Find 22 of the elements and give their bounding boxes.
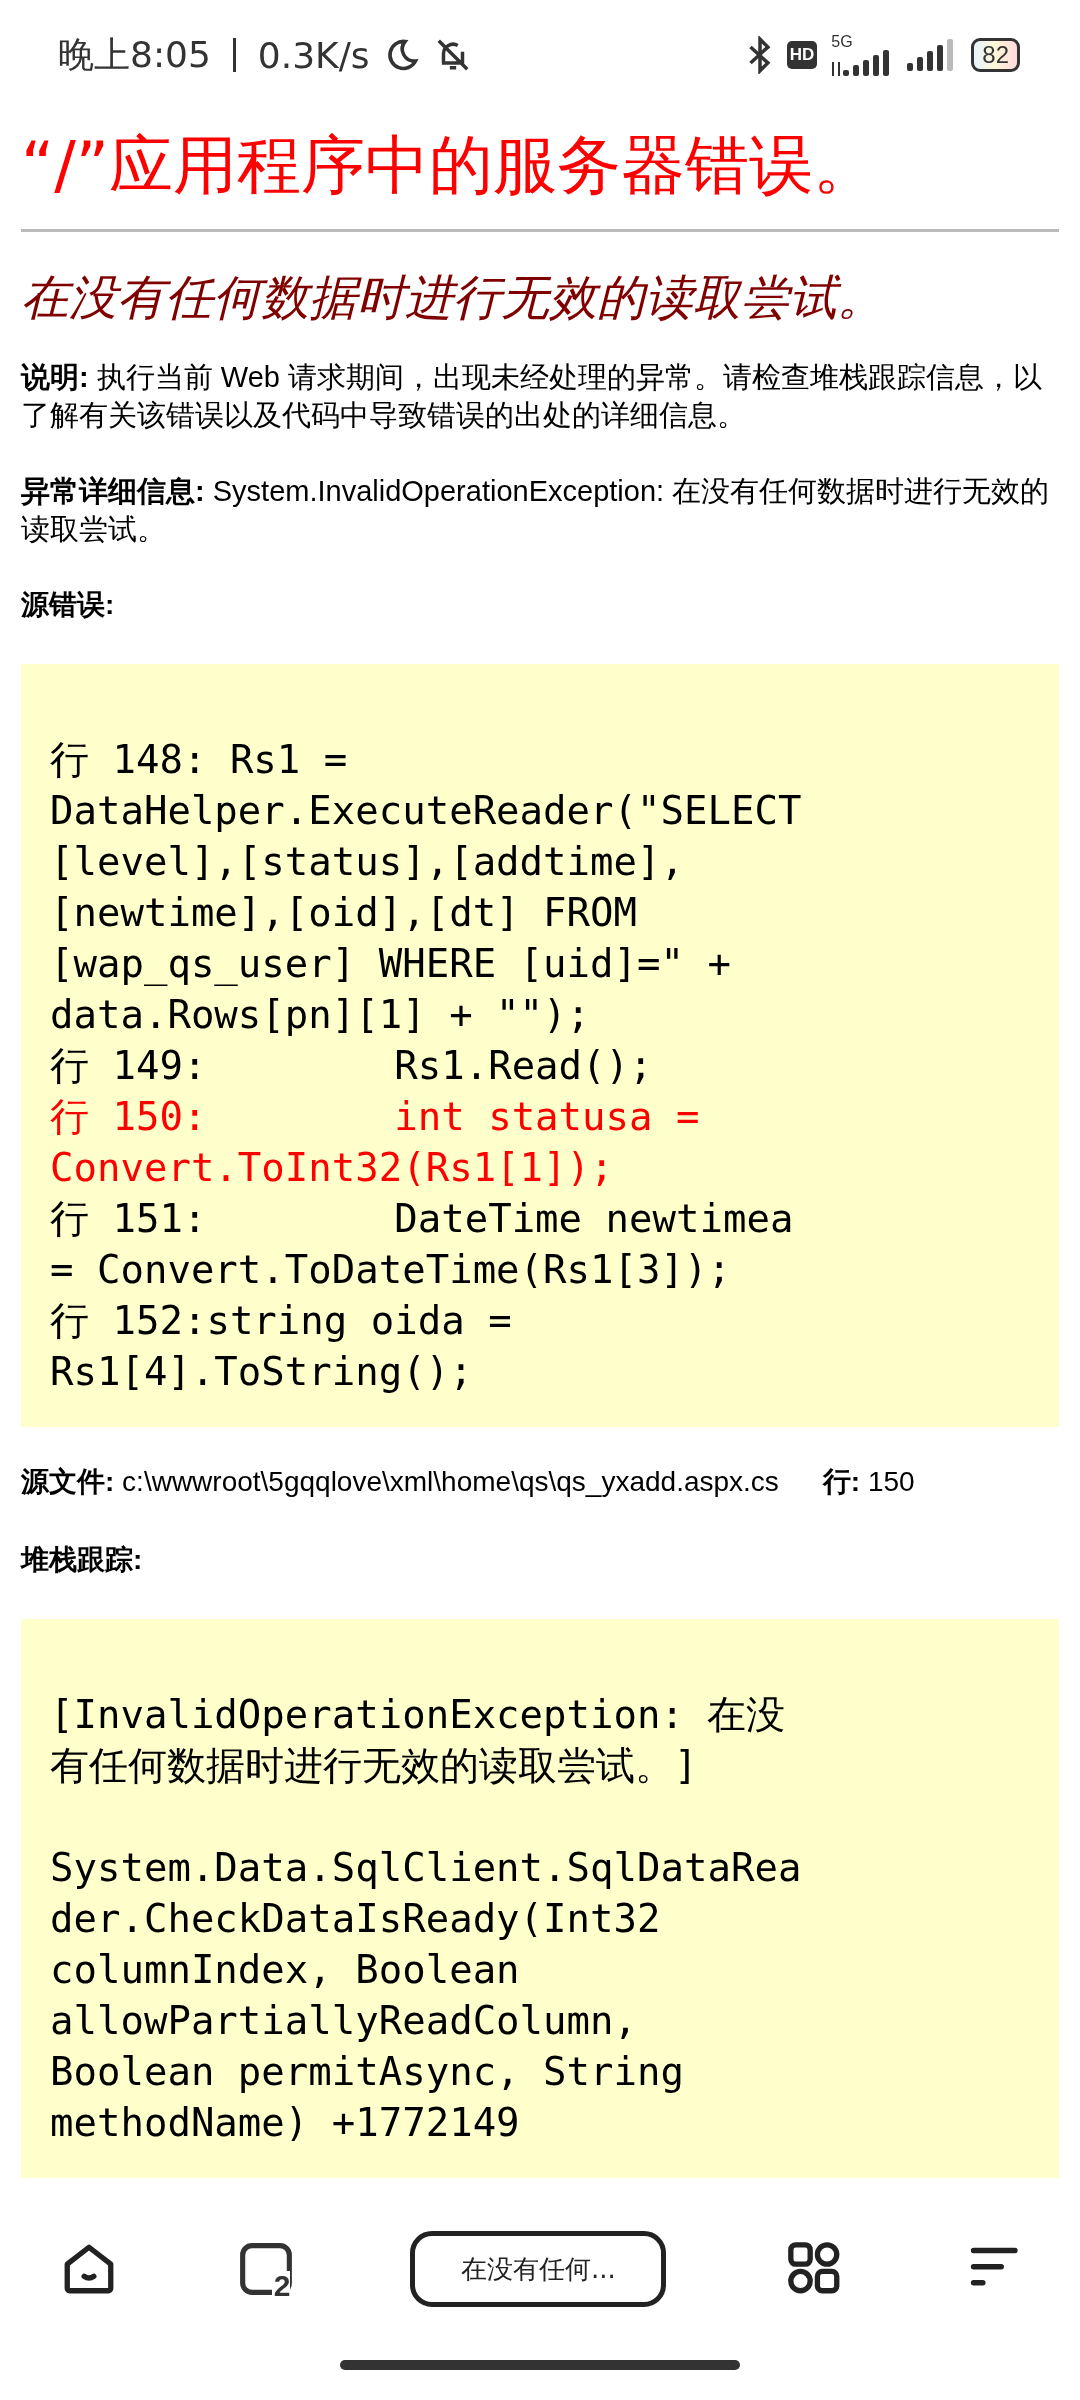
bluetooth-icon <box>746 36 773 74</box>
code-line: System.Data.SqlClient.SqlDataReader.CheckDataIsReady(Int32 columnIndex, Boolean allowPartiallyReadColumn, Boolean permitAsync, String methodName) +1772149 <box>50 1844 803 2147</box>
address-bar[interactable]: 在没有任何... <box>410 2231 667 2307</box>
network-speed: 0.3K/s <box>257 34 370 76</box>
section-heading: 堆栈跟踪: <box>21 1543 144 1577</box>
code-line: 行 148: Rs1 = DataHelper.ExecuteReader("SELECT [level],[status],[addtime],[newtime],[oid],[dt] FROM [wap_qs_user] WHERE [uid]=" + data.Rows[pn][1] + ""); <box>50 736 803 1039</box>
section-heading: 源错误: <box>21 588 116 622</box>
network-type: 5G <box>831 34 853 50</box>
code-line: 行 149: Rs1.Read(); <box>50 1042 654 1090</box>
error-title: “/”应用程序中的服务器错误。 <box>21 122 1059 232</box>
line-number-text: 行: 150 <box>822 1465 915 1499</box>
code-line: 行 152:string oida = Rs1[4].ToString(); <box>50 1297 513 1396</box>
code-line: 行 150: int statusa = Convert.ToInt32(Rs1[1]); <box>50 1093 701 1192</box>
code-line: 行 151: DateTime newtimea = Convert.ToDateTime(Rs1[3]); <box>50 1195 795 1294</box>
description-text: 异常详细信息: System.InvalidOperationException: 在没有任何数据时进行无效的读取尝试。 <box>21 475 1050 545</box>
description-text: 说明: 执行当前 Web 请求期间，出现未经处理的异常。请检查堆栈跟踪信息，以了解有关该错误以及代码中导致错误的出处的详细信息。 <box>21 361 1042 431</box>
status-time: 晚上8:05 <box>58 32 211 77</box>
error-message: 在没有任何数据时进行无效的读取尝试。 <box>21 268 886 327</box>
hd-badge: HD <box>786 41 818 69</box>
source-file-text: 源文件: c:\wwwroot\5gqqlove\xml\home\qs\qs_yxadd.aspx.cs <box>21 1465 779 1499</box>
battery-level: 82 <box>971 38 1020 72</box>
code-line: [InvalidOperationException: 在没有任何数据时进行无效的读取尝试。] <box>50 1691 787 1790</box>
